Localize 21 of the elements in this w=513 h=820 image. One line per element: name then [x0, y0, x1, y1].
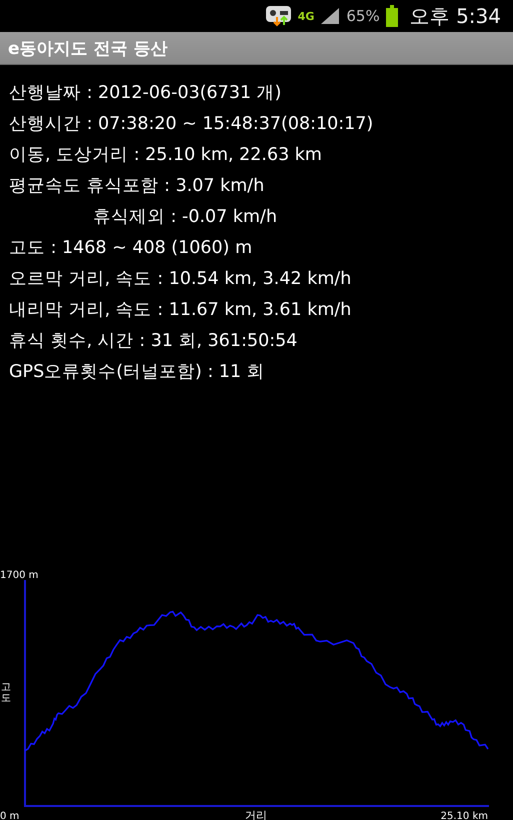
- stat-line: 오르막 거리, 속도 : 10.54 km, 3.42 km/h: [9, 269, 352, 290]
- stat-line: 평균속도 휴식포함 : 3.07 km/h: [9, 176, 266, 197]
- stat-line: 고도 : 1468 ~ 408 (1060) m: [9, 238, 254, 259]
- battery-icon: [386, 5, 398, 27]
- signal-icon: [320, 7, 340, 25]
- x-end-label: 25.10 km: [440, 811, 488, 820]
- network-type: 4G: [298, 10, 314, 22]
- stat-line: 산행시간 : 07:38:20 ~ 15:48:37(08:10:17): [9, 114, 374, 135]
- y-max-label: 1700 m: [0, 570, 38, 581]
- stat-line: 휴식 횟수, 시간 : 31 회, 361:50:54: [9, 331, 298, 352]
- app-title: e동아지도 전국 등산: [8, 38, 168, 60]
- notification-icon: [264, 5, 292, 27]
- stat-line: GPS오류횟수(터널포함) : 11 회: [9, 362, 266, 383]
- stat-line: 내리막 거리, 속도 : 11.67 km, 3.61 km/h: [9, 300, 352, 321]
- y-axis-label: 고도: [1, 682, 11, 704]
- clock: 오후 5:34: [410, 2, 501, 30]
- battery-percent: 65%: [346, 7, 380, 25]
- stat-line: 이동, 도상거리 : 25.10 km, 22.63 km: [9, 145, 323, 166]
- stat-line: 산행날짜 : 2012-06-03(6731 개): [9, 83, 282, 104]
- stat-line: 휴식제외 : -0.07 km/h: [92, 207, 278, 228]
- y-min-label: 0 m: [0, 811, 20, 820]
